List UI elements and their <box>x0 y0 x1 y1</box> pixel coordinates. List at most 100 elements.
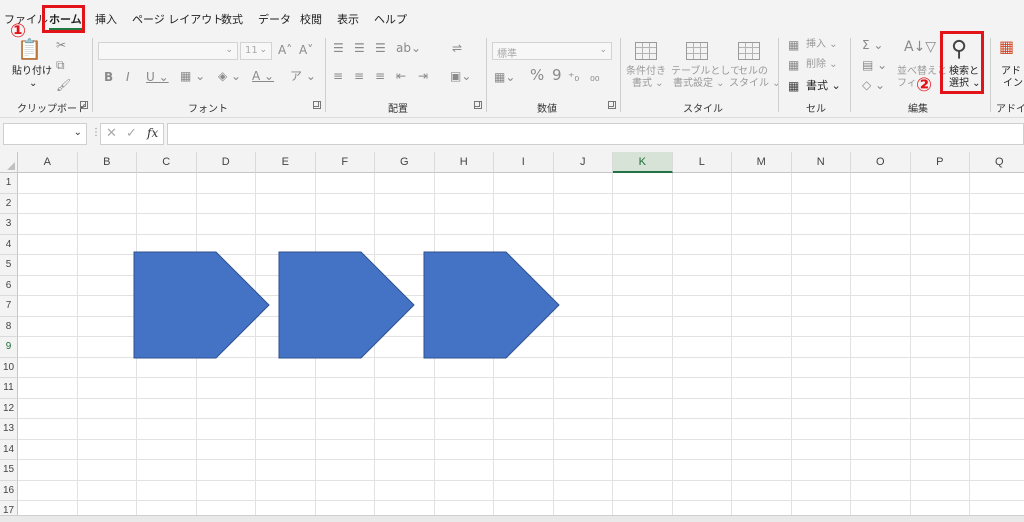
underline-icon[interactable]: U ⌄ <box>146 70 169 84</box>
phonetic-icon[interactable]: ア ⌄ <box>290 69 316 83</box>
copy-icon[interactable]: ⧉ <box>56 58 65 72</box>
chevron-down-icon[interactable]: ⌄ <box>74 127 82 138</box>
cell-styles-label-2[interactable]: スタイル ⌄ <box>729 78 781 90</box>
sheet-tab-bar <box>0 515 1024 522</box>
name-box[interactable]: ⌄ <box>3 123 87 145</box>
alignment-group-label: 配置 <box>388 104 408 115</box>
paste-chevron-down-icon[interactable]: ⌄ <box>29 78 37 90</box>
divider <box>778 38 779 112</box>
divider <box>620 38 621 112</box>
divider <box>850 38 851 112</box>
pentagon-arrow-shape-3[interactable] <box>423 251 560 359</box>
font-size-select[interactable]: 11 ⌄ <box>240 42 272 60</box>
tab-view[interactable]: 表示 <box>337 11 359 27</box>
addins-label-1[interactable]: アド <box>1001 66 1021 78</box>
font-group-label: フォント <box>188 104 228 115</box>
enter-icon[interactable]: ✓ <box>126 126 137 141</box>
align-left-icon[interactable]: ≡ <box>333 69 343 83</box>
increase-decimal-icon[interactable]: ⁺₀ <box>568 70 579 84</box>
delete-cells-button[interactable]: 削除 ⌄ <box>806 59 838 71</box>
formula-controls: ✕ ✓ fx <box>100 123 164 145</box>
bold-icon[interactable]: B <box>104 70 113 84</box>
accounting-format-icon[interactable]: ▦⌄ <box>494 70 515 84</box>
format-as-table-label-2[interactable]: 書式設定 ⌄ <box>673 78 725 90</box>
border-icon[interactable]: ▦ ⌄ <box>180 69 205 83</box>
divider <box>486 38 487 112</box>
fill-color-icon[interactable]: ◈ ⌄ <box>218 69 241 83</box>
cancel-icon[interactable]: ✕ <box>106 126 117 141</box>
font-name-select[interactable]: ⌄ <box>98 42 238 60</box>
tab-data[interactable]: データ <box>258 11 291 27</box>
decrease-decimal-icon[interactable]: ₀₀ <box>590 70 600 84</box>
addins-group-label: アドイン <box>996 104 1024 115</box>
format-cells-button[interactable]: 書式 ⌄ <box>806 80 841 92</box>
tab-help[interactable]: ヘルプ <box>374 11 407 27</box>
divider <box>92 38 93 112</box>
divider <box>325 38 326 112</box>
menu-bar: ファイル ホーム 挿入 ページ レイアウト 数式 データ 校閲 表示 ヘルプ <box>0 0 1024 36</box>
wrap-text-icon[interactable]: ⇌ <box>452 41 462 55</box>
clipboard-launcher-icon[interactable] <box>80 101 88 109</box>
font-color-icon[interactable]: A ⌄ <box>252 69 274 83</box>
alignment-launcher-icon[interactable] <box>474 101 482 109</box>
cell-styles-label-1[interactable]: セルの <box>738 66 768 78</box>
number-group-label: 数値 <box>537 104 557 115</box>
cut-icon[interactable]: ✂ <box>56 38 66 52</box>
tab-page-layout[interactable]: ページ レイアウト <box>132 11 223 27</box>
decrease-indent-icon[interactable]: ⇤ <box>396 69 406 83</box>
shrink-font-icon[interactable]: A˅ <box>299 43 313 57</box>
tab-formulas[interactable]: 数式 <box>221 11 243 27</box>
cells-group-label: セル <box>806 104 826 115</box>
number-launcher-icon[interactable] <box>608 101 616 109</box>
clipboard-group-label: クリップボード <box>17 104 87 115</box>
clear-icon[interactable]: ◇ ⌄ <box>862 78 885 92</box>
font-size-value: 11 <box>245 45 258 56</box>
pentagon-arrow-shape-2[interactable] <box>278 251 415 359</box>
ribbon: 📋 貼り付け ⌄ ✂ ⧉ 🖌 クリップボード ⌄ 11 ⌄ A˄ A˅ B I U… <box>0 31 1024 118</box>
tab-review[interactable]: 校閲 <box>300 11 322 27</box>
conditional-format-label-2[interactable]: 書式 ⌄ <box>632 78 664 90</box>
conditional-format-icon[interactable] <box>635 42 657 60</box>
fill-icon[interactable]: ▤ ⌄ <box>862 58 887 72</box>
sort-filter-label-2[interactable]: フィ <box>897 78 917 90</box>
paste-icon[interactable]: 📋 <box>17 39 42 59</box>
grow-font-icon[interactable]: A˄ <box>278 43 292 57</box>
sort-filter-icon[interactable]: A↓▽ <box>904 40 936 54</box>
percent-icon[interactable]: % <box>530 68 544 83</box>
editing-group-label: 編集 <box>908 104 928 115</box>
step-two-marker: ② <box>916 74 933 96</box>
paste-button[interactable]: 貼り付け <box>12 66 52 78</box>
tab-insert[interactable]: 挿入 <box>95 11 117 27</box>
cell-styles-icon[interactable] <box>738 42 760 60</box>
insert-cells-icon[interactable]: ▦ <box>788 38 799 52</box>
conditional-format-label-1[interactable]: 条件付き <box>626 66 666 78</box>
number-format-select[interactable]: 標準 ⌄ <box>492 42 612 60</box>
addins-icon[interactable]: ▦ <box>999 39 1014 55</box>
comma-style-icon[interactable]: 9 <box>552 68 562 83</box>
align-bottom-icon[interactable]: ☰ <box>375 41 386 55</box>
delete-cells-icon[interactable]: ▦ <box>788 58 799 72</box>
autosum-icon[interactable]: Σ ⌄ <box>862 38 883 52</box>
font-launcher-icon[interactable] <box>313 101 321 109</box>
step-one-marker: ① <box>10 20 27 42</box>
insert-function-button[interactable]: fx <box>147 126 158 140</box>
number-format-value: 標準 <box>497 49 517 60</box>
worksheet-grid[interactable]: ABCDEFGHIJKLMNOPQ 1 2 3 4 5 6 7 8 9 10 11 12 13 14 15 1… <box>0 152 1024 522</box>
pentagon-arrow-shape-1[interactable] <box>133 251 270 359</box>
format-painter-icon[interactable]: 🖌 <box>56 78 71 92</box>
insert-cells-button[interactable]: 挿入 ⌄ <box>806 39 838 51</box>
align-top-icon[interactable]: ☰ <box>333 41 344 55</box>
merge-center-icon[interactable]: ▣⌄ <box>450 69 471 83</box>
addins-label-2[interactable]: イン <box>1003 78 1023 90</box>
format-as-table-icon[interactable] <box>686 42 708 60</box>
format-as-table-label-1[interactable]: テーブルとして <box>671 66 740 78</box>
align-right-icon[interactable]: ≡ <box>375 69 385 83</box>
formula-input[interactable] <box>167 123 1024 145</box>
align-middle-icon[interactable]: ☰ <box>354 41 365 55</box>
orientation-icon[interactable]: ab⌄ <box>396 41 421 55</box>
home-tab-highlight <box>42 5 85 33</box>
align-center-icon[interactable]: ≡ <box>354 69 364 83</box>
format-cells-icon[interactable]: ▦ <box>788 79 799 93</box>
italic-icon[interactable]: I <box>126 70 130 84</box>
increase-indent-icon[interactable]: ⇥ <box>418 69 428 83</box>
